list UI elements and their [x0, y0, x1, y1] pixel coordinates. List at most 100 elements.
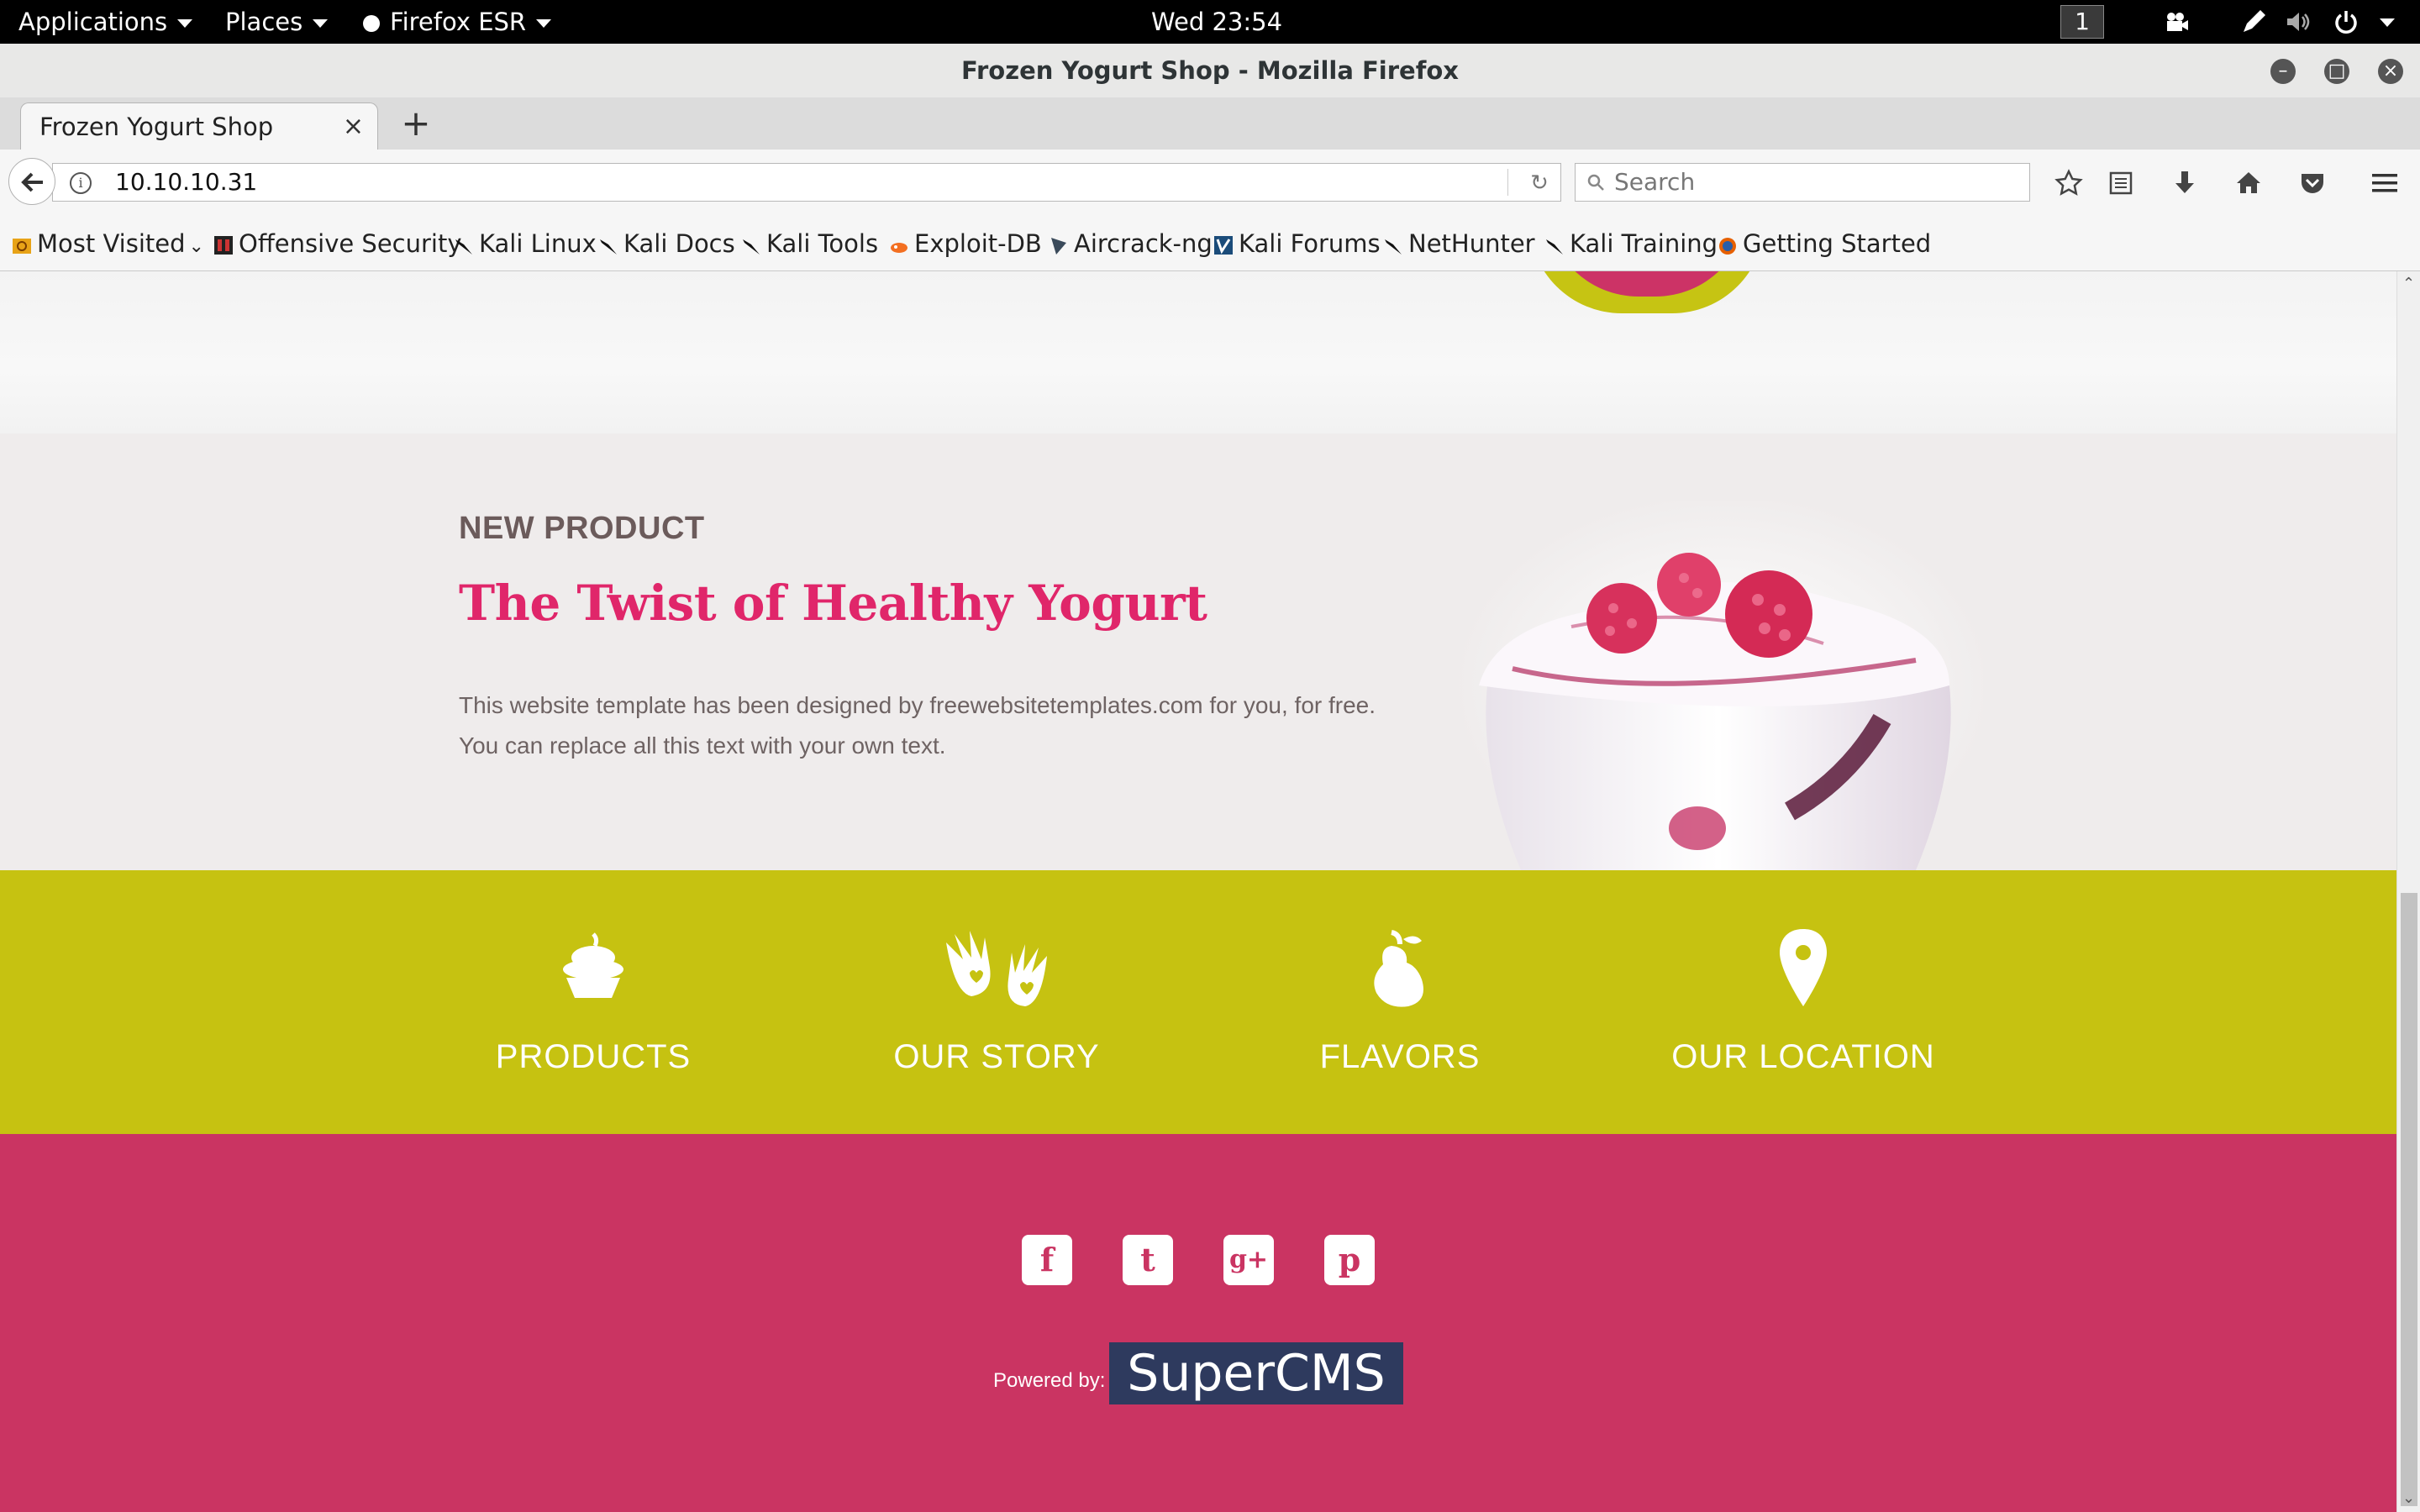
bookmark-exploit-db[interactable]: Exploit-DB [889, 217, 1042, 270]
info-icon[interactable]: i [70, 172, 92, 194]
feature-our-location[interactable]: OUR LOCATION [1635, 870, 1971, 1134]
firefox-icon [1719, 238, 1736, 255]
pen-icon[interactable] [2240, 8, 2267, 35]
url-divider [1507, 169, 1508, 196]
bookmark-label: Getting Started [1743, 229, 1932, 258]
kali-icon [455, 239, 472, 255]
scrollbar-thumb[interactable] [2401, 893, 2417, 1506]
video-camera-icon[interactable] [2163, 8, 2190, 35]
features-bar: PRODUCTS OUR STORY FLAVORS OUR LOCATION [0, 870, 2396, 1134]
bookmark-label: NetHunter [1408, 229, 1535, 258]
search-placeholder: Search [1614, 168, 1696, 196]
firefox-label: Firefox ESR [390, 8, 527, 36]
tab-frozen-yogurt-shop[interactable]: Frozen Yogurt Shop × [20, 102, 378, 150]
bookmark-label: Aircrack-ng [1074, 229, 1213, 258]
feature-our-story[interactable]: OUR STORY [829, 870, 1165, 1134]
bookmark-label: Kali Docs [623, 229, 735, 258]
facebook-icon[interactable]: f [1022, 1235, 1072, 1285]
search-icon [1587, 174, 1604, 191]
bookmark-getting-started[interactable]: Getting Started [1718, 217, 1931, 270]
bookmark-label: Kali Forums [1239, 229, 1381, 258]
bookmark-label: Exploit-DB [914, 229, 1042, 258]
bookmark-kali-docs[interactable]: Kali Docs [598, 217, 735, 270]
aircrack-icon [1051, 238, 1066, 255]
tab-strip: Frozen Yogurt Shop × + [0, 97, 2420, 150]
feature-products[interactable]: PRODUCTS [425, 870, 761, 1134]
feature-label: PRODUCTS [495, 1038, 692, 1075]
download-icon[interactable] [2170, 168, 2200, 198]
google-plus-icon[interactable]: g+ [1223, 1235, 1274, 1285]
tab-title: Frozen Yogurt Shop [39, 113, 274, 141]
arrow-left-icon [21, 172, 43, 192]
bookmark-label: Kali Linux [479, 229, 597, 258]
bookmark-nethunter[interactable]: NetHunter [1383, 217, 1535, 270]
minimize-button[interactable]: – [2270, 59, 2296, 84]
vertical-scrollbar[interactable]: ⌃ ⌄ [2396, 271, 2420, 1512]
feature-label: OUR STORY [893, 1038, 1100, 1075]
bookmark-label: Offensive Security [239, 229, 462, 258]
twitter-glyph: t [1140, 1241, 1155, 1278]
page-viewport[interactable]: NEW PRODUCT The Twist of Healthy Yogurt … [0, 271, 2396, 1512]
twitter-icon[interactable]: t [1123, 1235, 1173, 1285]
feature-label: OUR LOCATION [1671, 1038, 1935, 1075]
url-text[interactable]: 10.10.10.31 [115, 164, 257, 201]
bookmark-kali-forums[interactable]: Kali Forums [1213, 217, 1381, 270]
bookmark-offensive-security[interactable]: Offensive Security [213, 217, 462, 270]
new-product-description: This website template has been designed … [459, 692, 1376, 759]
chevron-down-icon[interactable] [2380, 18, 2395, 27]
power-icon[interactable] [2333, 8, 2360, 35]
hamburger-menu-icon[interactable] [2370, 168, 2400, 198]
bookmark-kali-linux[interactable]: Kali Linux [454, 217, 597, 270]
close-window-button[interactable]: × [2378, 59, 2403, 84]
bookmark-aircrack-ng[interactable]: Aircrack-ng [1049, 217, 1213, 270]
bookmark-star-icon[interactable] [2054, 168, 2084, 198]
facebook-glyph: f [1039, 1241, 1055, 1278]
chevron-down-icon: ⌄ [188, 236, 204, 257]
workspace-indicator[interactable]: 1 [2060, 5, 2104, 39]
hero-banner-bottom [0, 271, 2396, 433]
kali-icon [743, 239, 760, 255]
places-menu[interactable]: Places [225, 0, 329, 44]
url-bar[interactable]: i 10.10.10.31 ↻ [52, 163, 1561, 202]
chevron-down-icon [313, 19, 329, 28]
scroll-down-icon[interactable]: ⌄ [2402, 1489, 2415, 1507]
google-plus-glyph: g+ [1228, 1245, 1269, 1274]
new-product-section: NEW PRODUCT The Twist of Healthy Yogurt … [0, 433, 2396, 870]
close-icon[interactable]: × [343, 103, 364, 150]
scroll-up-icon[interactable]: ⌃ [2402, 275, 2415, 292]
site-footer: f t g+ p Powered by: SuperCMS [0, 1134, 2396, 1512]
window-titlebar: Frozen Yogurt Shop - Mozilla Firefox – □… [0, 44, 2420, 98]
feature-flavors[interactable]: FLAVORS [1232, 870, 1568, 1134]
clock[interactable]: Wed 23:54 [1151, 0, 1282, 44]
pinterest-glyph: p [1338, 1241, 1361, 1278]
search-bar[interactable]: Search [1575, 163, 2030, 202]
back-button[interactable] [8, 158, 55, 205]
pinterest-icon[interactable]: p [1324, 1235, 1375, 1285]
exploitdb-icon [891, 243, 908, 253]
bookmark-kali-tools[interactable]: Kali Tools [741, 217, 878, 270]
kali-icon [600, 239, 617, 255]
map-pin-icon [1780, 929, 1827, 1006]
offsec-icon [214, 236, 233, 255]
hands-icon [946, 931, 1047, 1006]
new-product-title: The Twist of Healthy Yogurt [459, 575, 1207, 632]
bookmark-label: Most Visited [37, 229, 186, 258]
home-icon[interactable] [2233, 168, 2264, 198]
bookmark-label: Kali Training [1570, 229, 1718, 258]
applications-menu[interactable]: Applications [18, 0, 193, 44]
bookmark-label: Kali Tools [766, 229, 879, 258]
supercms-badge[interactable]: SuperCMS [1109, 1342, 1403, 1404]
window-title: Frozen Yogurt Shop - Mozilla Firefox [961, 56, 1459, 85]
new-tab-button[interactable]: + [395, 102, 437, 144]
volume-icon[interactable] [2284, 8, 2311, 35]
reading-list-icon[interactable] [2106, 168, 2136, 198]
reload-icon[interactable]: ↻ [1527, 171, 1552, 196]
bookmark-kali-training[interactable]: Kali Training [1544, 217, 1718, 270]
firefox-app-menu[interactable]: Firefox ESR [361, 0, 552, 44]
chevron-down-icon [177, 19, 193, 28]
pocket-icon[interactable] [2297, 168, 2328, 198]
maximize-button[interactable]: □ [2324, 59, 2349, 84]
applications-label: Applications [18, 8, 168, 36]
bookmark-most-visited[interactable]: Most Visited ⌄ [12, 217, 204, 274]
cupcake-icon [563, 932, 623, 998]
